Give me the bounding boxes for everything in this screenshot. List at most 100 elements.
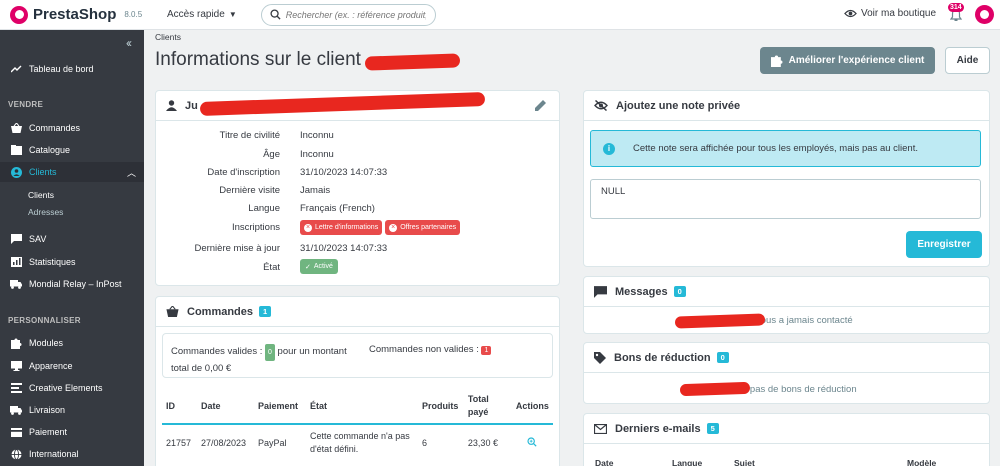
- note-info-alert: i Cette note sera affichée pour tous les…: [590, 130, 981, 167]
- column-header[interactable]: Paiement: [253, 388, 306, 425]
- note-title: Ajoutez une note privée: [616, 99, 741, 112]
- vouchers-empty-text: a pas de bons de réduction: [742, 384, 857, 395]
- sidebar-item-international[interactable]: International: [0, 444, 144, 464]
- sidebar-subitem-customers[interactable]: Clients: [28, 190, 54, 200]
- improve-experience-button[interactable]: Améliorer l'expérience client: [760, 47, 935, 74]
- table-row[interactable]: 21757 27/08/2023 PayPal Cette commande n…: [162, 424, 553, 461]
- sidebar-item-modules[interactable]: Modules: [0, 333, 144, 353]
- info-label: Dernière mise à jour: [194, 243, 280, 254]
- search-input[interactable]: [285, 9, 426, 20]
- sidebar-item-appearance[interactable]: Apparence: [0, 356, 144, 376]
- person-icon: [166, 100, 177, 111]
- eye-off-icon: [594, 100, 608, 111]
- emails-card-header: Derniers e-mails 5: [584, 414, 989, 444]
- logo[interactable]: PrestaShop 8.0.5: [10, 5, 152, 24]
- sidebar: ‹‹ Tableau de bord VENDRE Commandes Cata…: [0, 30, 144, 466]
- quick-access-dropdown[interactable]: Accès rapide ▼: [167, 9, 237, 20]
- close-icon: ×: [304, 223, 312, 232]
- private-note-textarea[interactable]: NULL: [590, 179, 981, 219]
- sidebar-item-label: Clients: [29, 167, 57, 177]
- sidebar-item-label: SAV: [29, 234, 47, 244]
- valid-orders-label: Commandes valides :: [171, 346, 263, 357]
- order-id: 21757: [166, 438, 192, 448]
- help-button[interactable]: Aide: [945, 47, 990, 74]
- employee-avatar[interactable]: [975, 5, 994, 24]
- info-value: Inconnu: [300, 130, 334, 141]
- desktop-icon: [10, 361, 22, 372]
- redaction-mark: [679, 381, 751, 397]
- column-header[interactable]: ID: [162, 388, 197, 425]
- bar-chart-icon: [10, 257, 22, 268]
- zoom-in-icon[interactable]: [527, 437, 538, 447]
- caret-down-icon: ▼: [228, 10, 237, 19]
- table-header-row: ID Date Paiement État Produits Total pay…: [162, 388, 553, 425]
- sidebar-item-payment[interactable]: Paiement: [0, 422, 144, 442]
- collapse-sidebar-icon[interactable]: ‹‹: [126, 36, 132, 50]
- column-header[interactable]: État: [305, 388, 418, 425]
- partner-offers-label: Offres partenaires: [400, 224, 457, 231]
- subscription-tags: × Lettre d'informations × Offres partenair…: [300, 220, 461, 235]
- save-note-button[interactable]: Enregistrer: [906, 231, 982, 258]
- column-header[interactable]: Langue: [672, 458, 702, 466]
- messages-count-badge: 0: [673, 286, 686, 297]
- sidebar-item-label: Paiement: [29, 427, 68, 437]
- column-header: Actions: [511, 388, 553, 425]
- view-shop-link[interactable]: Voir ma boutique: [844, 8, 936, 19]
- column-header[interactable]: Produits: [417, 388, 464, 425]
- globe-icon: [10, 448, 22, 460]
- sidebar-item-label: Mondial Relay – InPost: [29, 279, 122, 289]
- sidebar-item-dashboard[interactable]: Tableau de bord: [0, 59, 144, 79]
- invalid-orders-count: 1: [481, 346, 492, 355]
- info-label: Langue: [248, 203, 280, 214]
- sidebar-item-sav[interactable]: SAV: [0, 229, 144, 249]
- status-badge[interactable]: ✓ Activé: [300, 259, 338, 274]
- info-value: Français (French): [300, 203, 375, 214]
- info-label: Date d'inscription: [207, 167, 280, 178]
- sidebar-subitem-addresses[interactable]: Adresses: [28, 207, 63, 217]
- orders-title: Commandes: [187, 305, 254, 318]
- sidebar-item-label: Statistiques: [29, 257, 76, 267]
- sidebar-item-catalog[interactable]: Catalogue: [0, 140, 144, 160]
- newsletter-label: Lettre d'informations: [315, 224, 379, 231]
- column-header[interactable]: Total payé: [463, 388, 512, 425]
- truck-icon: [10, 279, 22, 290]
- sidebar-item-label: Livraison: [29, 405, 66, 415]
- prestashop-logo-icon: [10, 5, 28, 24]
- brand-name: PrestaShop: [33, 6, 117, 23]
- chevron-up-icon: ︿: [126, 167, 136, 178]
- order-total: 23,30 €: [467, 438, 498, 448]
- notification-count-badge: 314: [948, 3, 964, 12]
- edit-pencil-icon[interactable]: [535, 99, 547, 111]
- search-box[interactable]: [260, 3, 436, 26]
- sidebar-item-creative-elements[interactable]: Creative Elements: [0, 378, 144, 398]
- puzzle-icon: [770, 55, 783, 67]
- sidebar-item-customers[interactable]: Clients ︿: [0, 162, 144, 182]
- column-header[interactable]: Sujet: [734, 458, 755, 466]
- orders-card-header: Commandes 1: [156, 297, 559, 327]
- messages-title: Messages: [615, 285, 668, 298]
- sidebar-item-orders[interactable]: Commandes: [0, 118, 144, 138]
- info-icon: i: [603, 142, 615, 155]
- partner-offers-tag[interactable]: × Offres partenaires: [385, 220, 461, 235]
- column-header[interactable]: Modèle: [907, 458, 936, 466]
- emails-title: Derniers e-mails: [615, 422, 701, 435]
- close-icon: ×: [389, 223, 398, 232]
- basket-icon: [10, 123, 22, 134]
- sidebar-item-mondial-relay[interactable]: Mondial Relay – InPost: [0, 274, 144, 294]
- info-label: Dernière visite: [219, 185, 280, 196]
- version-label: 8.0.5: [124, 10, 143, 19]
- credit-card-icon: [10, 427, 22, 438]
- catalog-icon: [10, 145, 22, 156]
- column-header[interactable]: Date: [595, 458, 613, 466]
- column-header[interactable]: Date: [196, 388, 254, 425]
- orders-summary: Commandes valides : 0 pour un montant to…: [162, 333, 553, 378]
- sidebar-item-stats[interactable]: Statistiques: [0, 252, 144, 272]
- status-label: Activé: [313, 263, 333, 270]
- newsletter-tag[interactable]: × Lettre d'informations: [300, 220, 383, 235]
- sidebar-item-shipping[interactable]: Livraison: [0, 400, 144, 420]
- trending-up-icon: [10, 64, 22, 75]
- section-sell: VENDRE: [8, 100, 44, 109]
- breadcrumb[interactable]: Clients: [155, 32, 181, 42]
- sidebar-item-label: Catalogue: [29, 145, 71, 155]
- puzzle-icon: [10, 338, 22, 349]
